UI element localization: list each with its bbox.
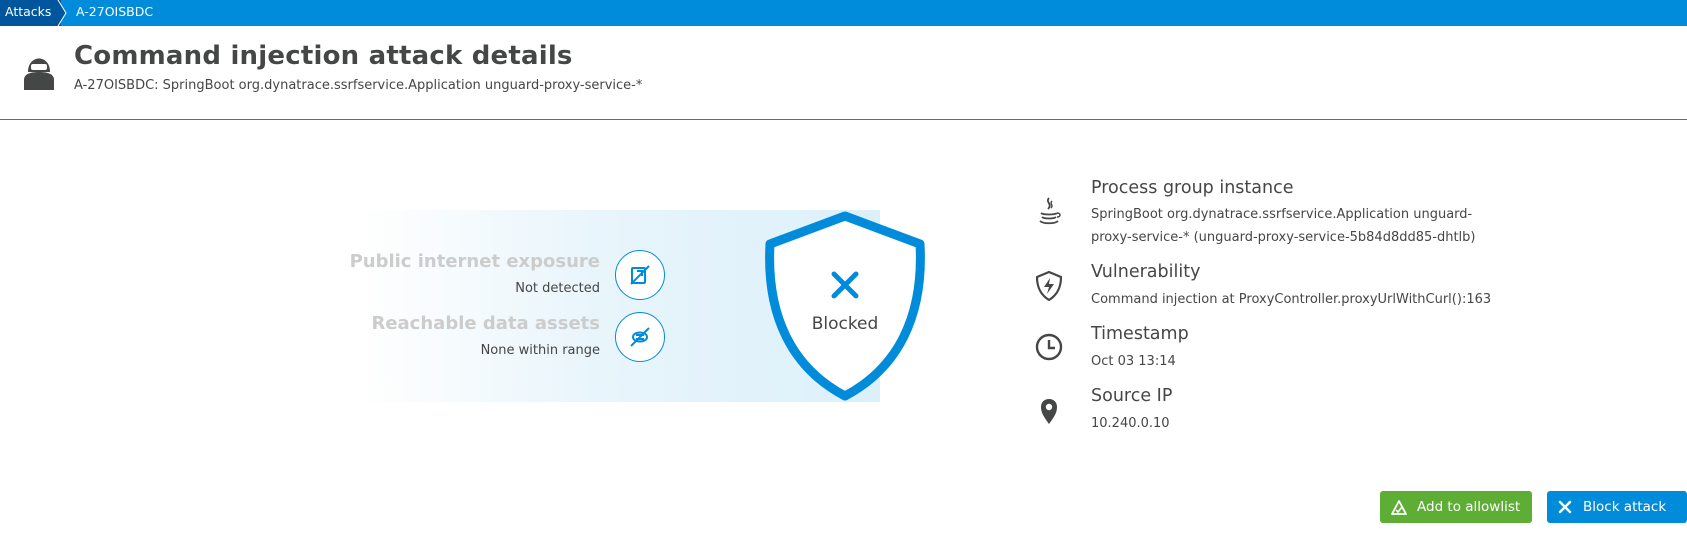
reachable-data-assets-value: None within range [480,343,600,358]
vulnerability-value[interactable]: Command injection at ProxyController.pro… [1091,288,1491,311]
no-internet-icon [615,250,665,300]
attacker-icon [24,58,54,90]
public-internet-exposure-value: Not detected [515,281,600,296]
process-group-instance-line-2[interactable]: proxy-service-* (unguard-proxy-service-5… [1091,226,1476,249]
block-attack-label: Block attack [1583,499,1667,515]
source-ip-value: 10.240.0.10 [1091,416,1170,431]
location-pin-icon [1041,399,1057,424]
java-icon [1039,197,1061,225]
timestamp-title: Timestamp [1091,324,1189,344]
clock-icon [1035,333,1063,361]
status-label: Blocked [811,314,879,334]
add-to-allowlist-button[interactable]: Add to allowlist [1380,491,1532,523]
public-internet-exposure-title: Public internet exposure [349,251,600,272]
breadcrumb-item-label: A-27OISBDC [76,4,154,19]
breadcrumb-item-current[interactable]: A-27OISBDC [76,0,153,26]
page-title: Command injection attack details [74,41,573,71]
source-ip-title: Source IP [1091,386,1173,406]
vulnerability-title: Vulnerability [1091,262,1201,282]
no-data-assets-icon [615,312,665,362]
close-icon [1558,500,1572,514]
block-attack-button[interactable]: Block attack [1547,491,1687,523]
header-divider [0,119,1687,120]
allowlist-icon [1391,500,1407,515]
process-group-instance-line-1[interactable]: SpringBoot org.dynatrace.ssrfservice.App… [1091,203,1472,226]
timestamp-value: Oct 03 13:14 [1091,354,1176,369]
blocked-shield-icon [765,211,925,401]
breadcrumb-item-attacks[interactable]: Attacks [0,0,62,26]
breadcrumb-item-label: Attacks [5,4,52,19]
process-group-instance-title: Process group instance [1091,178,1294,198]
page-subtitle: A-27OISBDC: SpringBoot org.dynatrace.ssr… [74,78,643,93]
breadcrumb: Attacks A-27OISBDC [0,0,1687,26]
chevron-right-icon [57,0,67,26]
add-to-allowlist-label: Add to allowlist [1417,499,1521,515]
shield-bolt-icon [1035,270,1063,302]
reachable-data-assets-title: Reachable data assets [371,313,600,334]
